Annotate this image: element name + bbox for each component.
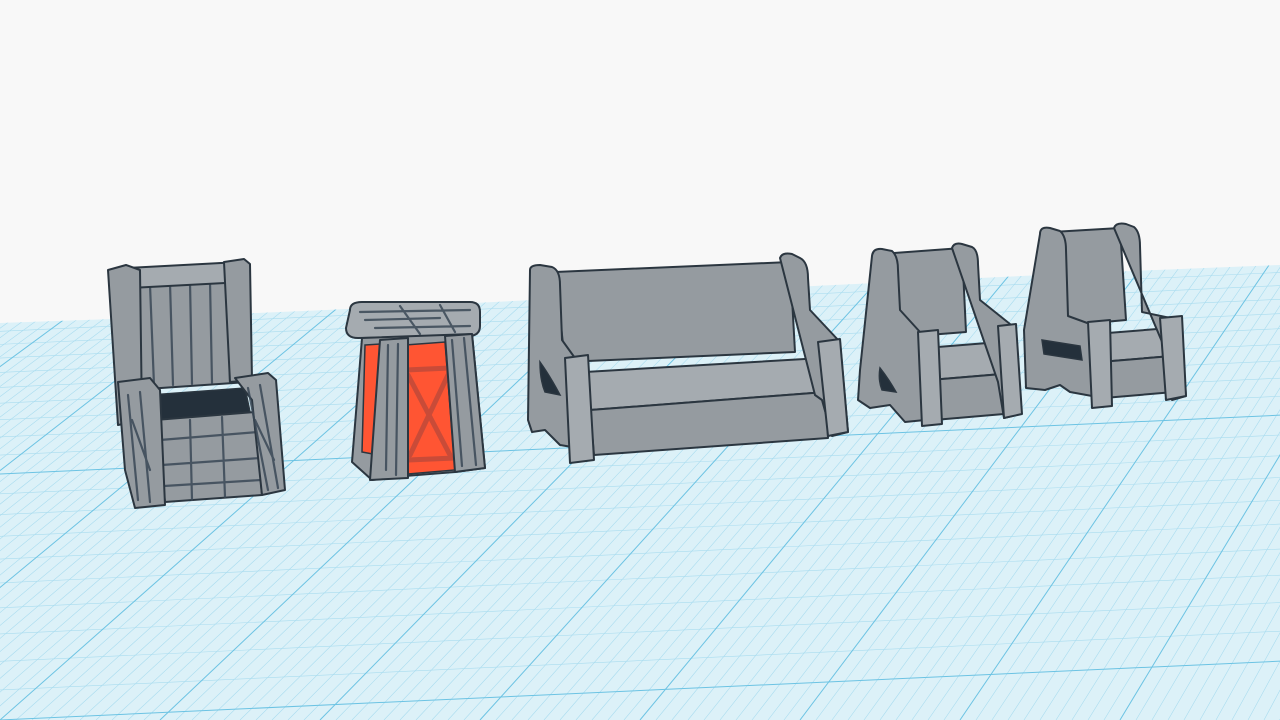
scene-canvas[interactable]	[0, 0, 1280, 720]
highback-left-arm-front	[1087, 319, 1113, 409]
rustic-throne-chair-model[interactable]	[107, 258, 286, 509]
rustic-side-table-model[interactable]	[345, 301, 486, 481]
sofa-backrest	[554, 261, 796, 363]
throne-front-base	[154, 411, 263, 503]
high-back-chair-model[interactable]	[1023, 222, 1187, 409]
armchair-model[interactable]	[857, 242, 1023, 427]
armchair-left-arm-front	[917, 329, 943, 427]
throne-right-post	[223, 258, 253, 383]
sofa-left-arm-front	[564, 354, 595, 464]
3d-viewport[interactable]	[0, 0, 1280, 720]
